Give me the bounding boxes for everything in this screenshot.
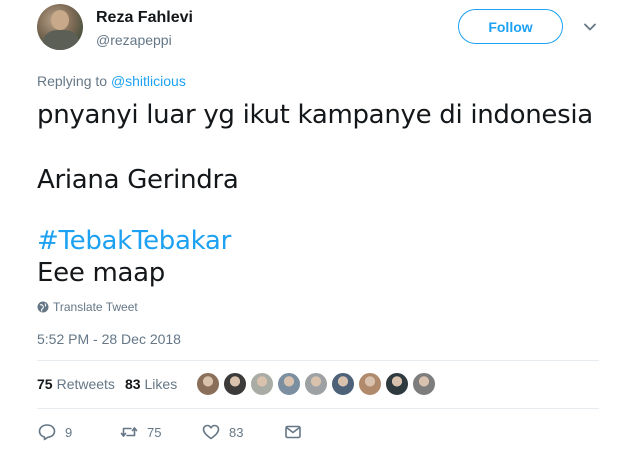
retweets-label: Retweets <box>56 376 115 392</box>
tweet-stats: 75 Retweets 83 Likes <box>37 376 187 392</box>
liker-avatar[interactable] <box>250 372 274 396</box>
likes-count: 83 <box>124 376 141 392</box>
chevron-down-icon[interactable] <box>583 20 597 34</box>
retweets-count: 75 <box>37 376 53 392</box>
liker-avatar[interactable] <box>412 372 436 396</box>
timestamp[interactable]: 5:52 PM - 28 Dec 2018 <box>37 331 181 347</box>
like-button[interactable]: 83 <box>201 422 283 442</box>
replying-to: Replying to @shitlicious <box>37 73 186 89</box>
retweet-button[interactable]: 75 <box>119 422 201 442</box>
direct-message-button[interactable] <box>283 422 303 442</box>
likes-label: Likes <box>144 376 178 392</box>
likes-stat[interactable]: 83 Likes <box>125 376 177 392</box>
divider <box>37 408 599 409</box>
heart-icon <box>202 424 220 440</box>
replying-to-label: Replying to <box>37 73 111 89</box>
follow-button[interactable]: Follow <box>458 9 563 44</box>
action-bar: 9 75 83 <box>37 422 303 442</box>
liker-avatars <box>196 372 439 396</box>
retweet-count: 75 <box>147 424 162 440</box>
hashtag-link[interactable]: #TebakTebakar <box>37 226 231 256</box>
liker-avatar[interactable] <box>223 372 247 396</box>
divider <box>37 360 599 361</box>
liker-avatar[interactable] <box>196 372 220 396</box>
tweet-text-line: Ariana Gerindra <box>37 165 239 195</box>
liker-avatar[interactable] <box>304 372 328 396</box>
mention-link[interactable]: @shitlicious <box>111 73 186 89</box>
display-name[interactable]: Reza Fahlevi <box>96 9 193 27</box>
envelope-icon <box>285 425 301 439</box>
avatar[interactable] <box>37 4 83 50</box>
like-count: 83 <box>229 424 244 440</box>
translate-tweet-button[interactable]: Translate Tweet <box>37 300 138 314</box>
globe-icon <box>37 301 49 313</box>
retweets-stat[interactable]: 75 Retweets <box>37 376 115 392</box>
tweet-text-line: Eee maap <box>37 258 165 288</box>
retweet-icon <box>120 427 138 437</box>
reply-button[interactable]: 9 <box>37 422 119 442</box>
liker-avatar[interactable] <box>277 372 301 396</box>
liker-avatar[interactable] <box>358 372 382 396</box>
tweet-card: Reza Fahlevi @rezapeppi Follow Replying … <box>0 0 636 457</box>
reply-count: 9 <box>65 424 73 440</box>
translate-label: Translate Tweet <box>53 300 138 314</box>
user-handle[interactable]: @rezapeppi <box>96 32 172 48</box>
reply-icon <box>38 424 56 441</box>
tweet-text-line: pnyanyi luar yg ikut kampanye di indones… <box>37 100 593 130</box>
liker-avatar[interactable] <box>385 372 409 396</box>
liker-avatar[interactable] <box>331 372 355 396</box>
